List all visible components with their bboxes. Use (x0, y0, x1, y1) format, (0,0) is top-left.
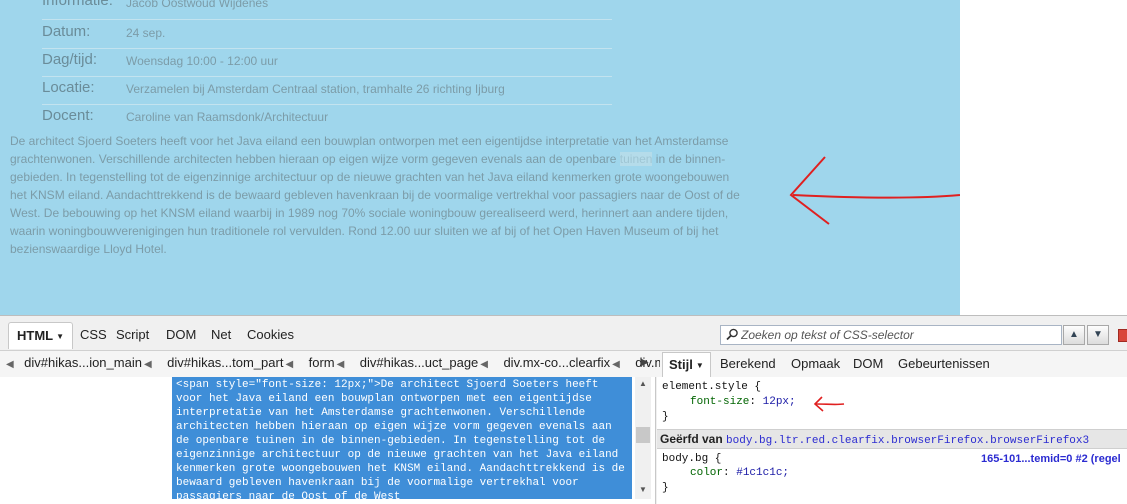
inherited-selector-link[interactable]: body.bg.ltr.red.clearfix.browserFirefox.… (726, 435, 1089, 447)
info-row-informatie: Informatie: Jacob Oostwoud Wijdenes (42, 0, 612, 20)
css-close-brace: } (662, 482, 669, 494)
css-property[interactable]: color (690, 467, 723, 479)
tab-side-dom[interactable]: DOM (853, 356, 883, 371)
close-icon[interactable] (1118, 329, 1127, 342)
description-part: in de binnen-gebieden. In tegenstelling … (10, 152, 740, 256)
info-label: Locatie: (42, 79, 95, 96)
breadcrumb-item[interactable]: form (309, 351, 335, 375)
selected-word: tuinen (619, 152, 653, 166)
html-source-text: <span style="font-size: 12px;">De archit… (176, 379, 632, 499)
breadcrumb-scroll-right-icon[interactable]: ▶ (641, 351, 649, 375)
info-label: Informatie: (42, 0, 113, 9)
info-label: Docent: (42, 107, 94, 124)
tab-opmaak[interactable]: Opmaak (791, 356, 840, 371)
css-property[interactable]: font-size (690, 396, 749, 408)
info-value: Jacob Oostwoud Wijdenes (126, 0, 269, 10)
source-link[interactable]: 165-101...temid=0 #2 (regel (981, 453, 1121, 465)
tab-html[interactable]: HTML ▼ (8, 322, 74, 349)
breadcrumb-separator-icon: ◀ (336, 359, 345, 370)
page-content: Informatie: Jacob Oostwoud Wijdenes Datu… (0, 0, 960, 315)
tab-cookies[interactable]: Cookies (247, 325, 294, 345)
breadcrumb-item[interactable]: div#hikas...tom_part (167, 351, 283, 375)
scroll-down-icon[interactable]: ▼ (639, 485, 647, 494)
info-value: Woensdag 10:00 - 12:00 uur (126, 54, 278, 68)
annotation-arrow-icon (789, 156, 960, 225)
css-selector-body-bg: body.bg { (662, 453, 722, 465)
info-value: Verzamelen bij Amsterdam Centraal statio… (126, 82, 505, 96)
style-panel: element.style { font-size: 12px; } Geërf… (657, 377, 1127, 504)
info-row-datum: Datum: 24 sep. (42, 21, 612, 49)
breadcrumb-separator-icon: ◀ (612, 359, 620, 370)
chevron-up-icon: ▲ (1069, 329, 1079, 340)
search-box[interactable] (720, 325, 1062, 345)
description-text: De architect Sjoerd Soeters heeft voor h… (10, 132, 745, 258)
info-row-dagtijd: Dag/tijd: Woensdag 10:00 - 12:00 uur (42, 49, 612, 77)
info-label: Dag/tijd: (42, 51, 98, 68)
tab-net[interactable]: Net (211, 325, 231, 345)
inherited-label: Geërfd van (660, 432, 723, 446)
info-row-locatie: Locatie: Verzamelen bij Amsterdam Centra… (42, 77, 612, 105)
info-value: 24 sep. (126, 26, 166, 40)
html-tree-panel: <span style="font-size: 12px;">De archit… (0, 377, 656, 504)
tab-html-label: HTML (17, 328, 54, 343)
breadcrumb: ◀ div#hikas...ion_main ◀ div#hikas...tom_… (0, 351, 660, 377)
scrollbar[interactable]: ▲ ▼ (635, 377, 651, 499)
firebug-tabbar: HTML▼ CSS Script DOM Net Cookies ▲ ▼ (0, 320, 1127, 350)
css-value[interactable]: 12px; (763, 396, 796, 408)
tab-berekend[interactable]: Berekend (720, 356, 776, 371)
tab-script[interactable]: Script (116, 325, 149, 345)
firebug-panel: HTML▼ CSS Script DOM Net Cookies ▲ ▼ ◀ d… (0, 315, 1127, 504)
breadcrumb-separator-icon: ◀ (143, 359, 152, 370)
breadcrumb-item[interactable]: div#hikas...ion_main (24, 351, 142, 375)
breadcrumb-item[interactable]: div#hikas...uct_page (360, 351, 479, 375)
search-icon (726, 328, 738, 341)
tab-dom[interactable]: DOM (166, 325, 196, 345)
breadcrumb-item[interactable]: div.mx-co...clearfix (503, 351, 610, 375)
css-value[interactable]: #1c1c1c; (736, 467, 789, 479)
scroll-up-icon[interactable]: ▲ (639, 379, 647, 388)
css-close-brace: } (662, 411, 669, 423)
breadcrumb-separator-icon: ◀ (285, 359, 294, 370)
css-rule-font-size[interactable]: font-size: 12px; (690, 396, 796, 408)
side-panel-tabs: Stijl ▼ Berekend Opmaak DOM Gebeurtenisse… (660, 351, 1127, 377)
dropdown-arrow-icon: ▼ (56, 332, 65, 341)
info-label: Datum: (42, 23, 91, 40)
tab-stijl[interactable]: Stijl ▼ (662, 352, 711, 377)
info-row-docent: Docent: Caroline van Raamsdonk/Architect… (42, 105, 612, 132)
breadcrumb-separator-icon: ◀ (480, 359, 488, 370)
chevron-down-icon: ▼ (1093, 329, 1103, 340)
tab-gebeurtenissen[interactable]: Gebeurtenissen (898, 356, 990, 371)
breadcrumb-scroll-left-icon[interactable]: ◀ (6, 359, 14, 370)
inherited-from-header: Geërfd van body.bg.ltr.red.clearfix.brow… (657, 429, 1127, 449)
search-input[interactable] (741, 327, 1057, 343)
firebug-toolbar: ◀ div#hikas...ion_main ◀ div#hikas...tom_… (0, 350, 1127, 377)
css-selector-element-style: element.style { (662, 381, 762, 393)
info-value: Caroline van Raamsdonk/Architectuur (126, 110, 329, 124)
css-rule-color[interactable]: color: #1c1c1c; (690, 467, 789, 479)
search-prev-button[interactable]: ▲ (1063, 325, 1085, 345)
tab-stijl-label: Stijl (669, 357, 693, 372)
search-next-button[interactable]: ▼ (1087, 325, 1109, 345)
scrollbar-thumb[interactable] (636, 427, 650, 443)
selected-node[interactable]: <span style="font-size: 12px;">De archit… (172, 377, 632, 499)
dropdown-arrow-icon: ▼ (695, 361, 704, 370)
annotation-arrow-small-icon (813, 396, 845, 412)
tab-css[interactable]: CSS (80, 325, 107, 345)
